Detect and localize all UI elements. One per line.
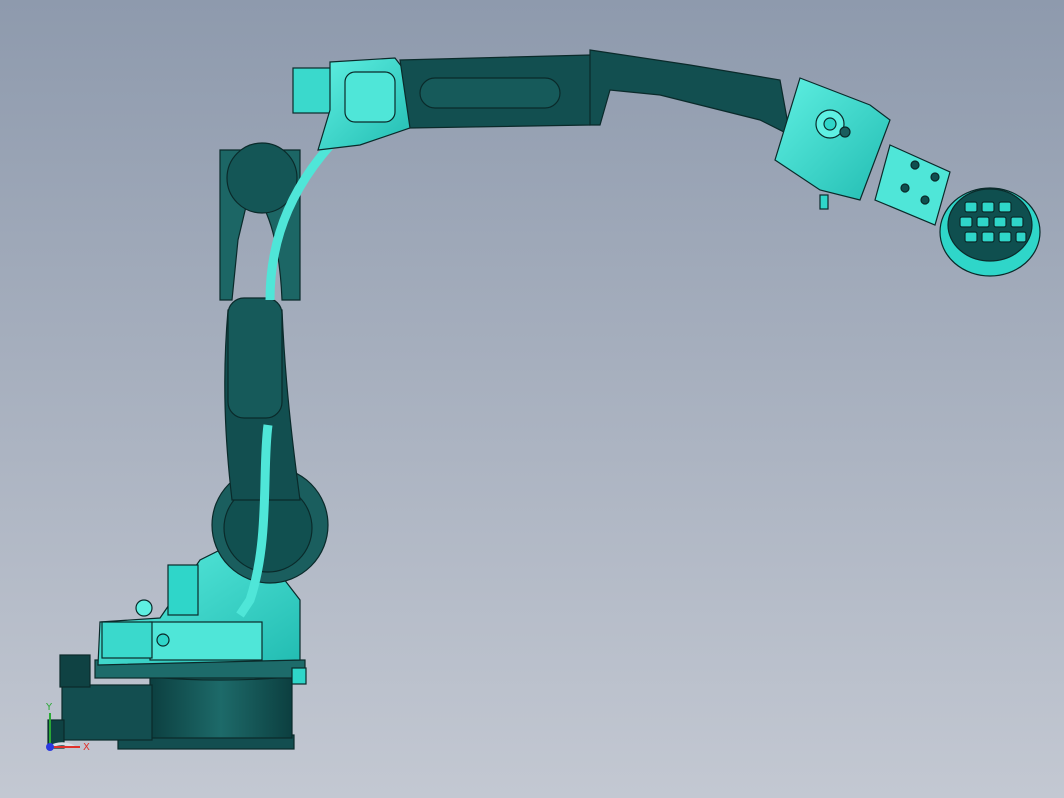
y-axis-label: Y xyxy=(45,702,53,713)
tool-block xyxy=(874,144,951,226)
base-cylinder xyxy=(149,671,293,739)
wrist-flange-inner xyxy=(823,117,837,131)
tool-bolt-3 xyxy=(900,183,910,193)
elbow-joint xyxy=(226,142,298,214)
robot-wrist[interactable] xyxy=(774,77,1041,277)
base-cable-box xyxy=(59,654,91,688)
upper-arm-pad xyxy=(419,77,561,109)
waist-bolt xyxy=(156,633,170,647)
wrist-bolt xyxy=(839,126,851,138)
tool-bolt-4 xyxy=(920,195,930,205)
suction-pad xyxy=(939,187,1041,277)
coordinate-triad: Y X xyxy=(45,702,90,753)
tool-pin xyxy=(819,194,829,210)
z-axis-dot xyxy=(46,743,54,751)
robot-upper-arm[interactable] xyxy=(292,49,791,151)
tool-bolt-1 xyxy=(910,160,920,170)
cad-viewport[interactable]: Y X xyxy=(0,0,1064,798)
x-axis-label: X xyxy=(83,742,90,753)
waist-cable-port xyxy=(135,599,153,617)
lower-arm-cover xyxy=(227,297,283,419)
waist-side-pad xyxy=(101,621,153,659)
wrist-housing xyxy=(774,77,891,201)
upper-arm-cap xyxy=(292,67,332,114)
waist-bracket xyxy=(167,564,199,616)
tool-bolt-2 xyxy=(930,172,940,182)
robot-lower-arm[interactable] xyxy=(211,116,359,618)
base-foot-right xyxy=(291,667,307,685)
forearm-tube xyxy=(589,49,791,137)
robot-arm-model[interactable] xyxy=(0,0,1064,798)
upper-arm-frame xyxy=(344,71,396,123)
